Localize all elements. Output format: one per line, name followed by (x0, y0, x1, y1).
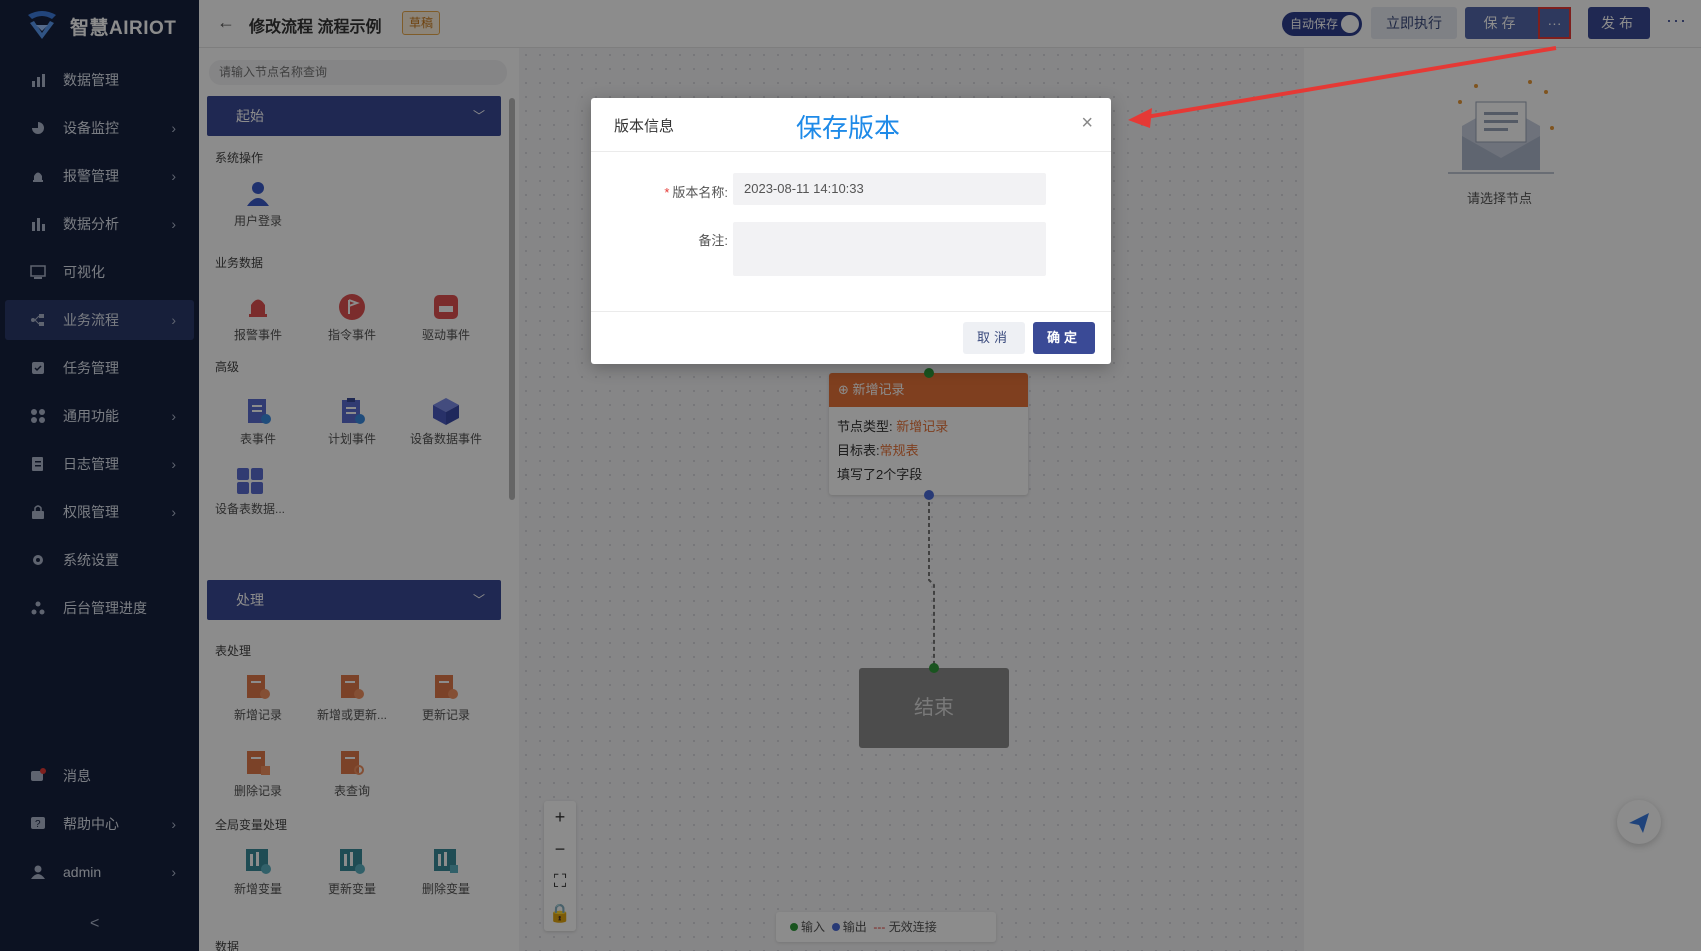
version-name-label: * 版本名称: (664, 185, 728, 200)
dialog-header: 版本信息 保存版本 × (591, 98, 1111, 152)
confirm-button[interactable]: 确定 (1033, 322, 1095, 354)
dialog-title: 版本信息 (614, 118, 675, 135)
close-icon[interactable]: × (1081, 112, 1093, 135)
dialog-annotation: 保存版本 (796, 113, 901, 143)
cancel-button[interactable]: 取消 (963, 322, 1025, 354)
dialog-footer: 取消 确定 (591, 311, 1111, 364)
version-name-input[interactable]: 2023-08-11 14:10:33 (733, 173, 1046, 205)
version-dialog: 版本信息 保存版本 × * 版本名称: 2023-08-11 14:10:33 备… (591, 98, 1111, 364)
note-textarea[interactable] (733, 222, 1046, 276)
note-label: 备注: (698, 233, 728, 248)
